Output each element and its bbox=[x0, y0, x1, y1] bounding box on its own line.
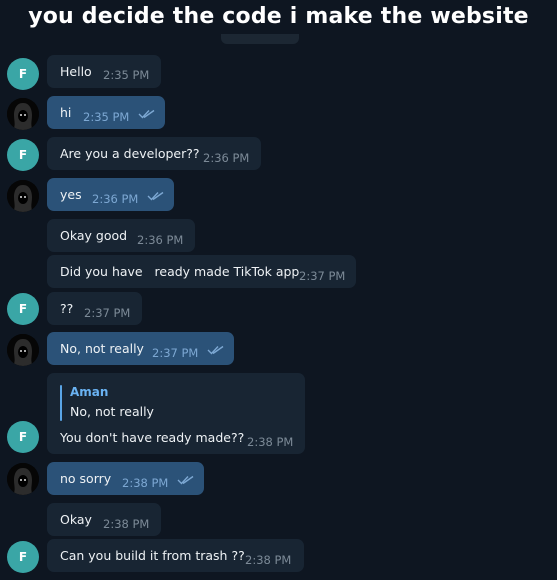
message-text: Okay good bbox=[60, 228, 128, 243]
avatar-hacker[interactable] bbox=[7, 98, 39, 130]
avatar-hacker[interactable] bbox=[7, 463, 39, 495]
message-time: 2:38 PM bbox=[245, 553, 292, 567]
message-time: 2:37 PM bbox=[299, 269, 346, 283]
message-text: Are you a developer?? bbox=[60, 146, 200, 161]
message-bubble-incoming[interactable]: Okay good 2:36 PM bbox=[47, 219, 195, 252]
reply-quoted-text[interactable]: No, not really bbox=[70, 404, 154, 419]
meme-caption: you decide the code i make the website bbox=[28, 4, 529, 29]
message-bubble-incoming[interactable]: Can you build it from trash ?? 2:38 PM bbox=[47, 539, 304, 572]
message-time: 2:36 PM bbox=[137, 233, 184, 247]
message-text: You don't have ready made?? bbox=[60, 430, 245, 445]
hooded-figure-icon bbox=[7, 98, 39, 130]
message-bubble-outgoing[interactable]: hi 2:35 PM bbox=[47, 96, 165, 129]
message-bubble-incoming[interactable]: Did you have ready made TikTok app 2:37 … bbox=[47, 255, 356, 288]
avatar-f[interactable]: F bbox=[7, 541, 39, 573]
message-text: No, not really bbox=[60, 341, 144, 356]
message-text: Did you have ready made TikTok app bbox=[60, 264, 300, 279]
reply-author[interactable]: Aman bbox=[70, 385, 108, 399]
avatar-f[interactable]: F bbox=[7, 139, 39, 171]
avatar-hacker[interactable] bbox=[7, 180, 39, 212]
message-text: Okay bbox=[60, 512, 92, 527]
message-bubble-incoming[interactable]: Okay 2:38 PM bbox=[47, 503, 161, 536]
message-bubble-incoming[interactable]: ?? 2:37 PM bbox=[47, 292, 142, 325]
message-text: hi bbox=[60, 105, 72, 120]
message-bubble-reply[interactable]: Aman No, not really You don't have ready… bbox=[47, 373, 305, 454]
message-bubble-outgoing[interactable]: yes 2:36 PM bbox=[47, 178, 174, 211]
message-time: 2:38 PM bbox=[122, 476, 169, 490]
message-time: 2:38 PM bbox=[247, 435, 294, 449]
double-check-icon bbox=[207, 345, 224, 355]
message-text: no sorry bbox=[60, 471, 112, 486]
hooded-figure-icon bbox=[7, 180, 39, 212]
avatar-hacker[interactable] bbox=[7, 334, 39, 366]
hooded-figure-icon bbox=[7, 334, 39, 366]
message-bubble-outgoing[interactable]: No, not really 2:37 PM bbox=[47, 332, 234, 365]
hooded-figure-icon bbox=[7, 463, 39, 495]
message-text: Hello bbox=[60, 64, 92, 79]
message-time: 2:36 PM bbox=[92, 192, 139, 206]
date-pill-edge bbox=[221, 34, 299, 44]
message-time: 2:37 PM bbox=[84, 306, 131, 320]
message-time: 2:35 PM bbox=[83, 110, 130, 124]
avatar-f[interactable]: F bbox=[7, 58, 39, 90]
message-bubble-incoming[interactable]: Are you a developer?? 2:36 PM bbox=[47, 137, 261, 170]
message-time: 2:38 PM bbox=[103, 517, 150, 531]
message-bubble-incoming[interactable]: Hello 2:35 PM bbox=[47, 55, 161, 88]
message-bubble-outgoing[interactable]: no sorry 2:38 PM bbox=[47, 462, 204, 495]
double-check-icon bbox=[177, 475, 194, 485]
avatar-f[interactable]: F bbox=[7, 293, 39, 325]
message-time: 2:36 PM bbox=[203, 151, 250, 165]
reply-quote-bar bbox=[60, 385, 62, 421]
message-time: 2:37 PM bbox=[152, 346, 199, 360]
message-text: yes bbox=[60, 187, 82, 202]
message-text: Can you build it from trash ?? bbox=[60, 548, 245, 563]
double-check-icon bbox=[147, 191, 164, 201]
double-check-icon bbox=[138, 109, 155, 119]
message-text: ?? bbox=[60, 301, 74, 316]
message-time: 2:35 PM bbox=[103, 68, 150, 82]
avatar-f[interactable]: F bbox=[7, 421, 39, 453]
